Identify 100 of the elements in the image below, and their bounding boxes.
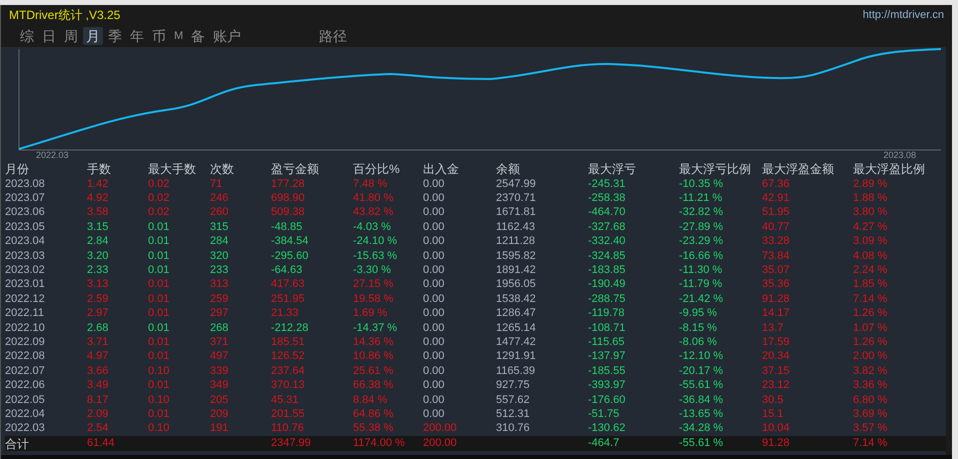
table-cell: 91.28: [762, 292, 790, 305]
table-cell: 2022.03: [5, 422, 45, 434]
table-cell: 25.61 %: [353, 364, 394, 377]
column-header: 余额: [496, 162, 520, 176]
table-cell: 45.31: [271, 394, 299, 406]
table-cell: -245.31: [588, 178, 626, 190]
table-cell: 6.80 %: [853, 394, 888, 406]
period-tab[interactable]: 周: [61, 27, 81, 45]
table-cell: 4.92: [87, 192, 108, 204]
table-cell: 2022.11: [5, 307, 44, 320]
table-cell: 14.17: [762, 307, 790, 320]
column-header: 手数: [87, 162, 111, 176]
table-cell: 509.38: [271, 206, 305, 218]
table-cell: 0.01: [148, 322, 170, 334]
table-cell: 3.09 %: [853, 235, 888, 248]
period-tab[interactable]: 季: [105, 27, 125, 45]
table-cell: 1265.14: [496, 322, 536, 334]
period-tab[interactable]: 月: [83, 27, 103, 45]
end-date-label: 2023.08: [883, 151, 916, 160]
table-cell: 43.82 %: [353, 206, 394, 218]
table-cell: 2022.09: [5, 336, 45, 348]
period-tab[interactable]: 账户: [210, 27, 244, 45]
table-cell: 42.91: [762, 192, 790, 204]
table-cell: 237.64: [271, 364, 305, 377]
table-cell: -11.79 %: [679, 278, 722, 290]
table-cell: 7.14 %: [853, 292, 888, 305]
table-cell: 185.51: [271, 336, 305, 348]
table-cell: 1538.42: [496, 292, 536, 305]
table-cell: -64.63: [271, 264, 302, 276]
table-cell: 3.15: [87, 220, 108, 233]
table-cell: 0.00: [423, 350, 444, 362]
table-cell: -324.85: [588, 250, 626, 262]
table-cell: 2023.02: [5, 264, 45, 276]
table-cell: 2.33: [87, 264, 108, 276]
table-cell: 1956.05: [496, 278, 536, 290]
table-cell: 8.84 %: [353, 394, 388, 406]
table-cell: -13.65 %: [679, 408, 724, 420]
period-tab[interactable]: 币: [149, 27, 169, 45]
period-tab[interactable]: 综: [17, 27, 37, 45]
table-cell: 4.97: [87, 350, 108, 362]
table-cell: 0.10: [148, 394, 170, 406]
table-cell: -36.84 %: [679, 394, 724, 406]
table-cell: 927.75: [496, 379, 530, 392]
table-cell: 1.85 %: [853, 278, 888, 290]
table-cell: 310.76: [496, 422, 530, 434]
table-cell: 2.54: [87, 422, 108, 434]
table-cell: 251.95: [271, 292, 305, 305]
table-cell: 3.80 %: [853, 206, 888, 218]
table-cell: 2022.12: [5, 292, 45, 305]
table-cell: 0.01: [148, 307, 170, 320]
table-cell: 2.97: [87, 307, 108, 320]
table-cell: 7.14 %: [853, 437, 888, 450]
table-cell: 66.38 %: [353, 379, 394, 392]
table-cell: 0.00: [423, 264, 444, 276]
table-cell: 0.00: [423, 206, 444, 218]
table-cell: 0.00: [423, 292, 444, 305]
table-cell: 0.00: [423, 336, 444, 348]
table-cell: 313: [210, 278, 228, 290]
table-cell: 61.44: [87, 437, 115, 450]
table-cell: -258.38: [588, 192, 626, 204]
table-cell: 1286.47: [496, 307, 536, 320]
table-cell: 417.63: [271, 278, 305, 290]
table-cell: -176.60: [588, 394, 626, 406]
period-tab[interactable]: M: [171, 27, 186, 45]
table-cell: 2022.10: [5, 322, 45, 334]
table-cell: -384.54: [271, 235, 308, 248]
table-cell: 177.28: [271, 178, 305, 190]
table-cell: 233: [210, 264, 228, 276]
table-cell: -11.30 %: [679, 264, 722, 276]
table-cell: 1291.91: [496, 350, 536, 362]
table-cell: 4.27 %: [853, 220, 888, 233]
table-cell: -108.71: [588, 322, 626, 334]
table-cell: 8.17: [87, 394, 108, 406]
table-cell: 259: [210, 292, 228, 305]
table-cell: 0.01: [148, 235, 170, 248]
column-header: 最大浮亏比例: [679, 162, 751, 176]
table-cell: 284: [210, 235, 228, 248]
table-cell: 0.00: [423, 408, 444, 420]
table-cell: 73.84: [762, 250, 790, 262]
table-cell: 209: [210, 408, 228, 420]
table-cell: 1174.00 %: [353, 437, 405, 450]
table-cell: 33.28: [762, 235, 790, 248]
table-cell: 1.88 %: [853, 192, 888, 204]
window-title: MTDriver统计 ,V3.25: [9, 7, 120, 24]
period-tab[interactable]: 备: [188, 27, 208, 45]
table-cell: 2022.04: [5, 408, 45, 420]
column-header: 最大浮亏: [588, 162, 636, 176]
table-cell: -24.10 %: [353, 235, 398, 248]
period-tab[interactable]: 年: [127, 27, 147, 45]
path-tab[interactable]: 路径: [316, 27, 350, 45]
table-cell: 23.12: [762, 379, 790, 392]
period-tab[interactable]: 日: [39, 27, 59, 45]
table-cell: 4.08 %: [853, 250, 888, 262]
table-cell: 0.00: [423, 278, 444, 290]
table-cell: 1.42: [87, 178, 108, 190]
column-header: 出入金: [423, 162, 459, 176]
column-header: 盈亏金额: [271, 162, 319, 176]
table-cell: 110.76: [271, 422, 304, 434]
table-cell: 19.58 %: [353, 292, 394, 305]
website-link[interactable]: http://mtdriver.cn: [862, 6, 944, 24]
